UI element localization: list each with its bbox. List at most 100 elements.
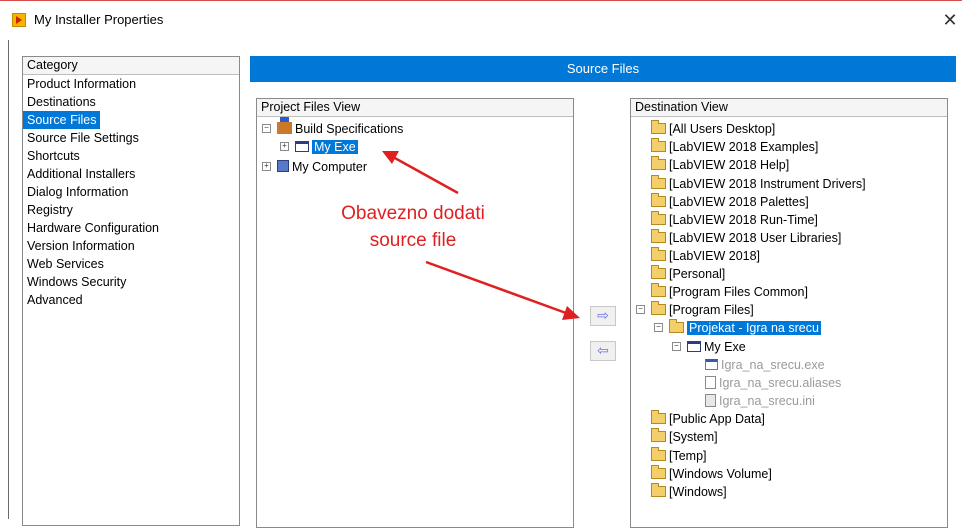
dest-folder-labview-2018[interactable]: [LabVIEW 2018] (651, 247, 760, 265)
folder-icon (651, 301, 666, 315)
folder-icon (651, 175, 666, 189)
folder-label: [LabVIEW 2018 User Libraries] (669, 231, 842, 245)
dest-folder-system[interactable]: [System] (651, 428, 718, 446)
add-to-destination-button[interactable]: ⇨ (590, 306, 616, 326)
destination-view-header: Destination View (631, 99, 947, 117)
dest-folder-labview-help[interactable]: [LabVIEW 2018 Help] (651, 156, 789, 174)
folder-label: [Program Files] (669, 303, 754, 317)
folder-icon (651, 156, 666, 170)
file-label: Igra_na_srecu.exe (721, 358, 825, 372)
folder-icon (651, 283, 666, 297)
folder-icon (651, 265, 666, 279)
exe-node-label: My Exe (704, 340, 746, 354)
tree-item-my-computer[interactable]: My Computer (277, 158, 367, 176)
folder-label: [Temp] (669, 449, 707, 463)
section-banner: Source Files (250, 56, 956, 82)
exe-build-icon (295, 141, 309, 152)
computer-icon (277, 160, 289, 172)
category-item-windows-security[interactable]: Windows Security (23, 273, 126, 291)
dest-folder-labview-run-time[interactable]: [LabVIEW 2018 Run-Time] (651, 211, 818, 229)
category-header: Category (23, 57, 239, 75)
annotation-line-1: Obavezno dodati (341, 203, 485, 224)
folder-icon (651, 428, 666, 442)
folder-icon (651, 247, 666, 261)
project-files-view: Project Files View − Build Specification… (256, 98, 574, 528)
settings-file-icon (705, 394, 716, 407)
exe-build-icon (687, 341, 701, 352)
expand-my-exe-icon[interactable]: + (280, 142, 289, 151)
category-item-hardware-configuration[interactable]: Hardware Configuration (23, 219, 159, 237)
category-item-source-file-settings[interactable]: Source File Settings (23, 129, 139, 147)
folder-label: [All Users Desktop] (669, 122, 776, 136)
category-item-additional-installers[interactable]: Additional Installers (23, 165, 135, 183)
folder-icon (651, 211, 666, 225)
collapse-project-folder-icon[interactable]: − (654, 323, 663, 332)
dest-folder-temp[interactable]: [Temp] (651, 447, 707, 465)
annotation-line-2: source file (369, 230, 457, 251)
close-icon[interactable]: ✕ (938, 7, 962, 33)
category-item-advanced[interactable]: Advanced (23, 291, 83, 309)
file-label: Igra_na_srecu.ini (719, 394, 815, 408)
folder-label: [Windows Volume] (669, 467, 772, 481)
category-item-version-information[interactable]: Version Information (23, 237, 135, 255)
dest-folder-projekat[interactable]: Projekat - Igra na srecu (669, 319, 821, 337)
collapse-program-files-icon[interactable]: − (636, 305, 645, 314)
folder-icon (651, 410, 666, 424)
build-specifications-icon (277, 117, 292, 134)
category-list: Category Product Information Destination… (22, 56, 240, 526)
folder-label: [Personal] (669, 267, 726, 281)
folder-label: [LabVIEW 2018 Run-Time] (669, 213, 818, 227)
tree-item-my-exe[interactable]: My Exe (295, 138, 358, 156)
dest-folder-all-users-desktop[interactable]: [All Users Desktop] (651, 120, 775, 138)
my-computer-label: My Computer (292, 160, 368, 174)
dest-folder-program-files-common[interactable]: [Program Files Common] (651, 283, 808, 301)
dest-folder-labview-user-libraries[interactable]: [LabVIEW 2018 User Libraries] (651, 229, 841, 247)
my-exe-label: My Exe (312, 140, 358, 154)
dest-file-ini[interactable]: Igra_na_srecu.ini (705, 392, 815, 410)
category-item-source-files[interactable]: Source Files (23, 111, 101, 129)
folder-label: [Program Files Common] (669, 285, 808, 299)
expand-my-computer-icon[interactable]: + (262, 162, 271, 171)
folder-icon (669, 319, 684, 333)
dest-folder-labview-palettes[interactable]: [LabVIEW 2018 Palettes] (651, 193, 809, 211)
tree-item-build-specifications[interactable]: Build Specifications (277, 117, 404, 138)
build-specifications-label: Build Specifications (295, 122, 404, 136)
dest-folder-labview-examples[interactable]: [LabVIEW 2018 Examples] (651, 138, 818, 156)
remove-from-destination-button[interactable]: ⇦ (590, 341, 616, 361)
folder-label: [LabVIEW 2018 Examples] (669, 140, 819, 154)
category-item-dialog-information[interactable]: Dialog Information (23, 183, 128, 201)
folder-label: [Windows] (669, 485, 727, 499)
folder-icon (651, 447, 666, 461)
dest-folder-labview-instrument-drivers[interactable]: [LabVIEW 2018 Instrument Drivers] (651, 175, 866, 193)
exe-file-icon (705, 359, 718, 370)
dest-file-exe[interactable]: Igra_na_srecu.exe (705, 356, 825, 374)
category-item-web-services[interactable]: Web Services (23, 255, 104, 273)
project-files-header: Project Files View (257, 99, 573, 117)
folder-label: [LabVIEW 2018 Palettes] (669, 195, 809, 209)
collapse-my-exe-icon[interactable]: − (672, 342, 681, 351)
folder-icon (651, 229, 666, 243)
folder-label: [Public App Data] (669, 412, 765, 426)
file-icon (705, 376, 716, 389)
folder-label: [LabVIEW 2018 Instrument Drivers] (669, 177, 866, 191)
dest-folder-windows[interactable]: [Windows] (651, 483, 727, 501)
category-item-shortcuts[interactable]: Shortcuts (23, 147, 80, 165)
dest-file-aliases[interactable]: Igra_na_srecu.aliases (705, 374, 841, 392)
dest-folder-personal[interactable]: [Personal] (651, 265, 725, 283)
project-folder-label: Projekat - Igra na srecu (687, 321, 821, 335)
collapse-build-specs-icon[interactable]: − (262, 124, 271, 133)
title-bar: My Installer Properties ✕ (0, 0, 962, 40)
folder-icon (651, 465, 666, 479)
category-item-product-information[interactable]: Product Information (23, 75, 136, 93)
dest-folder-windows-volume[interactable]: [Windows Volume] (651, 465, 772, 483)
window-edge (8, 40, 9, 519)
dest-folder-program-files[interactable]: [Program Files] (651, 301, 754, 319)
destination-view: Destination View [All Users Desktop] [La… (630, 98, 948, 528)
folder-icon (651, 483, 666, 497)
category-item-destinations[interactable]: Destinations (23, 93, 96, 111)
folder-label: [System] (669, 430, 718, 444)
category-item-registry[interactable]: Registry (23, 201, 73, 219)
folder-icon (651, 120, 666, 134)
dest-item-my-exe[interactable]: My Exe (687, 338, 746, 356)
dest-folder-public-app-data[interactable]: [Public App Data] (651, 410, 765, 428)
